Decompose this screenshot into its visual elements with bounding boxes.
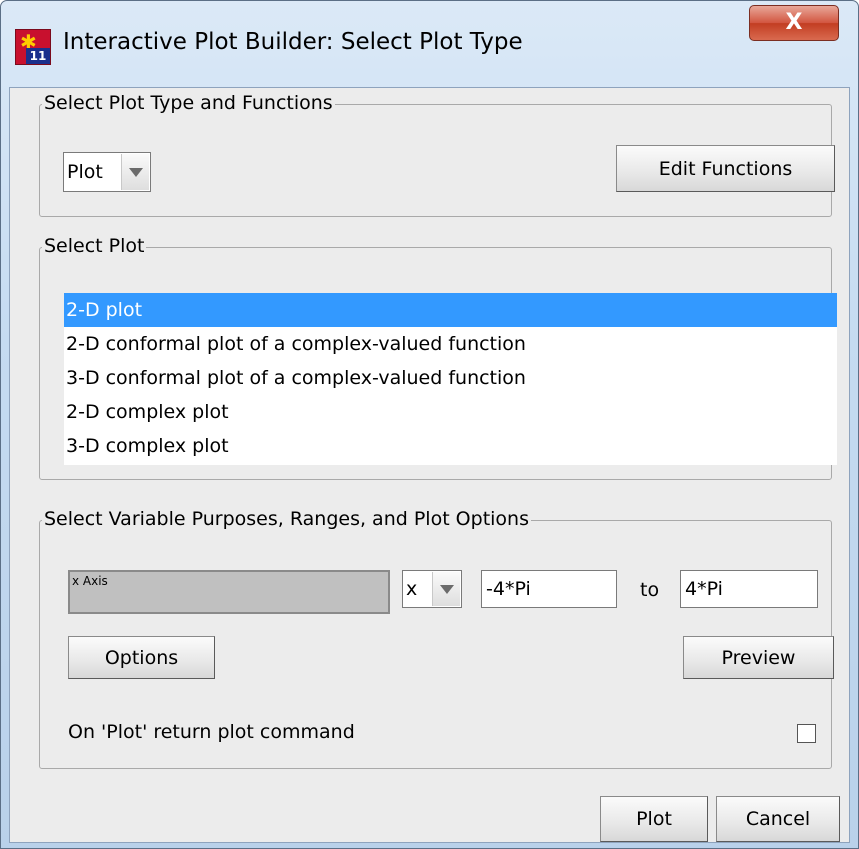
title-bar[interactable]: ✱ 11 Interactive Plot Builder: Select Pl… (1, 1, 858, 87)
return-command-label: On 'Plot' return plot command (68, 721, 355, 743)
plot-button[interactable]: Plot (600, 796, 708, 842)
dialog-window: ✱ 11 Interactive Plot Builder: Select Pl… (0, 0, 859, 849)
plot-list[interactable]: 2-D plot 2-D conformal plot of a complex… (64, 293, 837, 465)
range-to-input[interactable]: 4*Pi (680, 570, 818, 608)
edit-functions-button[interactable]: Edit Functions (616, 145, 835, 192)
options-button[interactable]: Options (68, 636, 215, 679)
plot-type-group-title: Select Plot Type and Functions (42, 92, 335, 114)
plot-type-value: Plot (67, 161, 103, 183)
app-icon-badge: 11 (26, 48, 50, 64)
window-title: Interactive Plot Builder: Select Plot Ty… (63, 29, 523, 55)
chevron-down-icon[interactable] (432, 572, 460, 606)
variable-dropdown[interactable]: x (402, 570, 462, 608)
return-command-checkbox[interactable] (797, 724, 816, 743)
variable-value: x (406, 578, 418, 600)
plot-type-group: Select Plot Type and Functions Plot Edit… (39, 92, 835, 217)
range-from-input[interactable]: -4*Pi (481, 570, 617, 608)
list-item[interactable]: 3-D complex plot (64, 429, 837, 463)
dialog-body: Select Plot Type and Functions Plot Edit… (9, 87, 850, 843)
close-button[interactable]: X (749, 5, 839, 41)
list-item[interactable]: 3-D conformal plot of a complex-valued f… (64, 361, 837, 395)
select-plot-group-title: Select Plot (42, 235, 147, 257)
app-logo-icon: ✱ 11 (15, 29, 51, 65)
chevron-down-icon[interactable] (121, 154, 149, 190)
variable-options-group-title: Select Variable Purposes, Ranges, and Pl… (42, 508, 531, 530)
plot-type-dropdown[interactable]: Plot (63, 152, 151, 192)
variable-options-group: Select Variable Purposes, Ranges, and Pl… (39, 508, 834, 769)
list-item[interactable]: 2-D conformal plot of a complex-valued f… (64, 327, 837, 361)
select-plot-group: Select Plot 2-D plot 2-D conformal plot … (39, 235, 837, 480)
list-item[interactable]: 2-D complex plot (64, 395, 837, 429)
range-to-label: to (640, 579, 660, 601)
list-item[interactable]: 2-D plot (64, 293, 837, 327)
axis-purpose-label: x Axis (68, 570, 390, 614)
preview-button[interactable]: Preview (683, 636, 834, 679)
cancel-button[interactable]: Cancel (716, 796, 840, 842)
